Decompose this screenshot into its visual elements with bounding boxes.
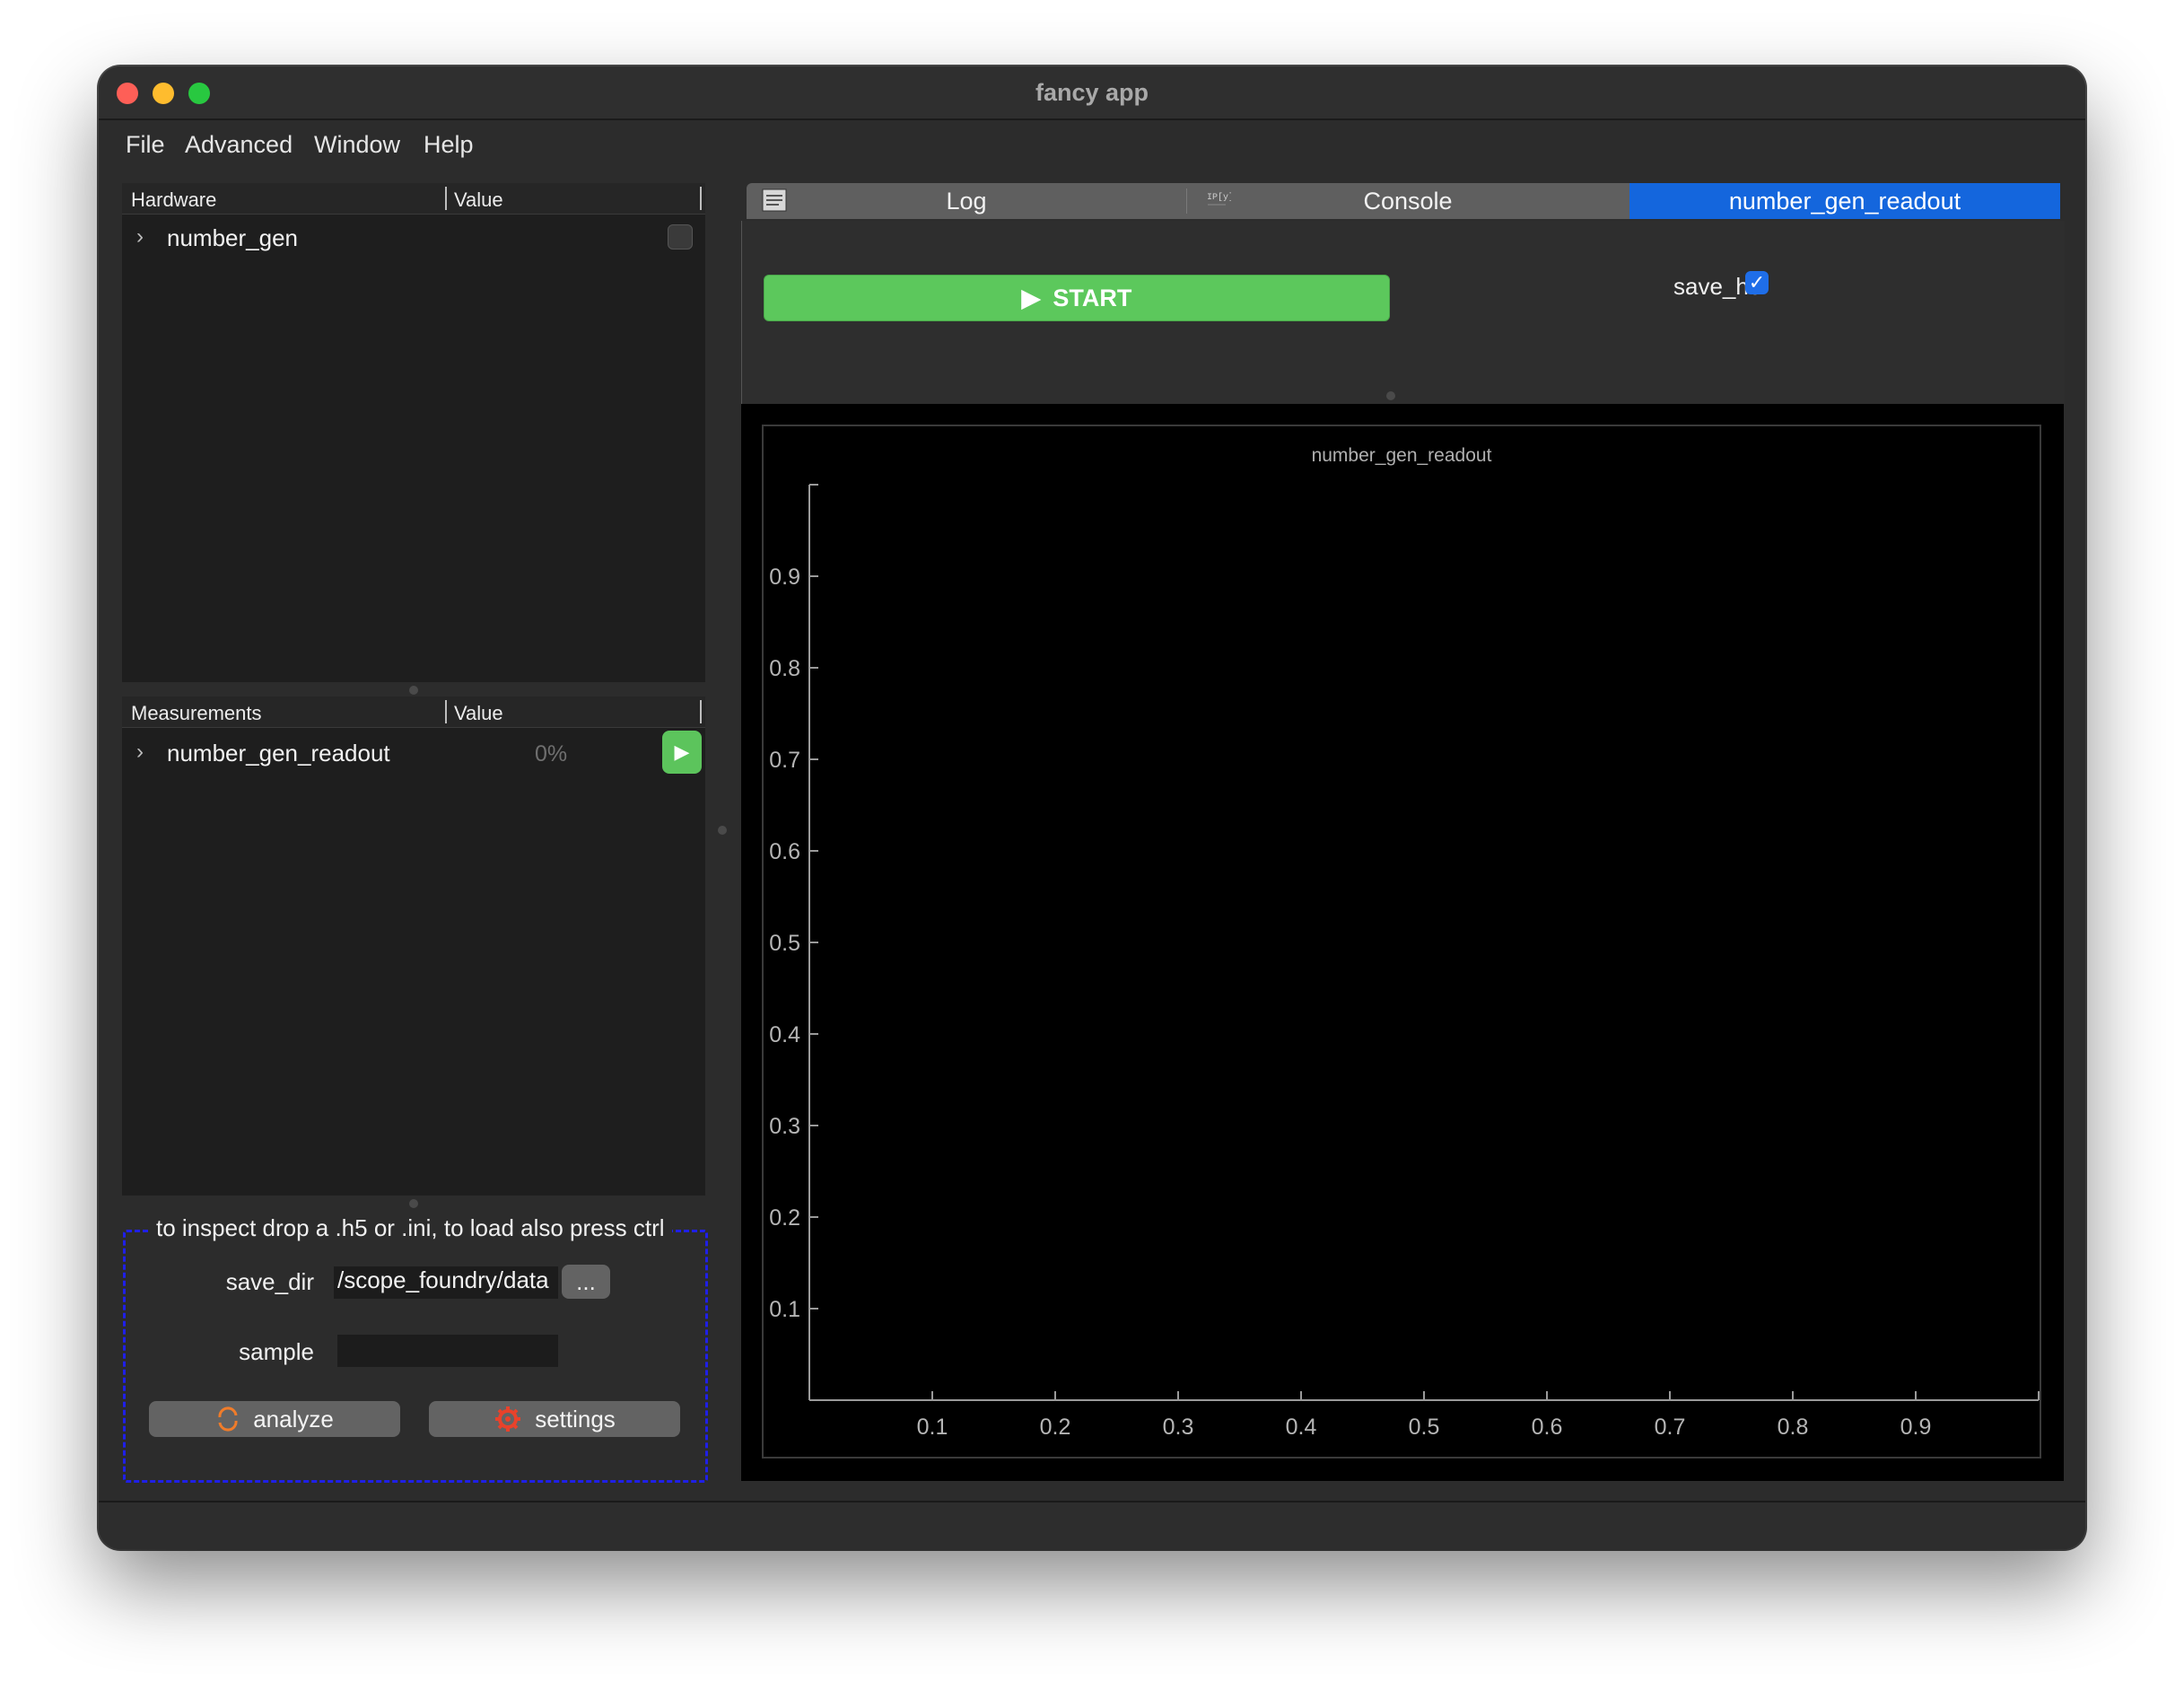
y-tick-label: 0.3 (769, 1114, 800, 1139)
tab-console[interactable]: IP[y] Console (1186, 183, 1629, 219)
save-dir-value: /scope_foundry/data (337, 1266, 549, 1293)
hardware-tree-header: Hardware Value (122, 183, 705, 215)
tab-log-label: Log (946, 187, 987, 215)
status-bar (99, 1501, 2085, 1549)
splitter-handle[interactable] (409, 686, 418, 695)
plot-axes: 0.1 0.2 0.3 0.4 0.5 0.6 0.7 0.8 0.9 0.1 0.2 0.3 0.4 0… (769, 484, 2040, 1440)
tab-bar: Log IP[y] Console number_gen_readout (747, 183, 2060, 219)
hardware-tree: Hardware Value › number_gen (122, 183, 705, 682)
save-dir-field[interactable]: /scope_foundry/data (334, 1266, 558, 1299)
drop-zone[interactable]: to inspect drop a .h5 or .ini, to load a… (123, 1214, 708, 1483)
plot-title: number_gen_readout (1312, 445, 1492, 466)
x-tick-label: 0.8 (1778, 1415, 1809, 1440)
measurement-progress: 0% (535, 741, 568, 767)
column-divider[interactable] (700, 187, 702, 210)
x-tick-label: 0.1 (917, 1415, 948, 1440)
run-measurement-button[interactable]: ▶ (662, 731, 702, 774)
analyze-label: analyze (253, 1405, 334, 1432)
analyze-button[interactable]: analyze (149, 1401, 400, 1437)
x-tick-label: 0.2 (1040, 1415, 1071, 1440)
menu-window[interactable]: Window (314, 131, 400, 159)
tab-number-gen-readout[interactable]: number_gen_readout (1629, 183, 2060, 219)
y-tick-label: 0.7 (769, 748, 800, 773)
menu-bar: File Advanced Window Help (99, 120, 2085, 162)
measurements-tree: Measurements Value › number_gen_readout … (122, 696, 705, 1196)
tab-console-label: Console (1363, 187, 1453, 215)
play-icon: ▶ (674, 740, 690, 763)
ipython-icon: IP[y] (1207, 192, 1231, 206)
menu-file[interactable]: File (126, 131, 165, 159)
chevron-right-icon[interactable]: › (136, 224, 144, 250)
menu-advanced[interactable]: Advanced (185, 131, 293, 159)
hardware-item-label: number_gen (167, 224, 298, 251)
settings-button[interactable]: settings (429, 1401, 680, 1437)
browse-button[interactable]: ... (562, 1265, 610, 1299)
measurements-column-header[interactable]: Measurements (131, 702, 262, 725)
browse-label: ... (576, 1267, 596, 1295)
tree-row-number-gen[interactable]: › number_gen (122, 215, 705, 258)
splitter-handle[interactable] (409, 1199, 418, 1208)
settings-label: settings (535, 1405, 616, 1432)
splitter-handle[interactable] (1386, 391, 1395, 400)
start-label: START (1053, 284, 1132, 311)
window-title: fancy app (1035, 79, 1149, 106)
plot-area[interactable]: number_gen_readout 0.1 0.2 0.3 0.4 0.5 0.6 0.7… (741, 404, 2064, 1481)
column-divider[interactable] (445, 700, 447, 723)
gear-icon (495, 1406, 521, 1432)
plot-frame (762, 425, 2041, 1459)
tab-number-gen-readout-label: number_gen_readout (1728, 187, 1961, 215)
value-column-header[interactable]: Value (454, 702, 503, 725)
x-tick-label: 0.5 (1409, 1415, 1440, 1440)
save-h5-checkbox[interactable]: ✓ (1745, 271, 1769, 294)
column-divider[interactable] (445, 187, 447, 210)
checkmark-icon: ✓ (1748, 271, 1766, 293)
measurement-item-label: number_gen_readout (167, 740, 390, 767)
measurements-tree-header: Measurements Value (122, 696, 705, 728)
tree-row-number-gen-readout[interactable]: › number_gen_readout 0% ▶ (122, 731, 705, 774)
play-icon: ▶ (1021, 284, 1041, 311)
x-tick-label: 0.3 (1163, 1415, 1194, 1440)
measurement-controls: ▶ START save_h5 ✓ (741, 221, 2065, 404)
save-dir-label: save_dir (225, 1268, 314, 1295)
menu-help[interactable]: Help (424, 131, 474, 159)
x-tick-label: 0.9 (1900, 1415, 1932, 1440)
chevron-right-icon[interactable]: › (136, 740, 144, 765)
y-tick-label: 0.4 (769, 1022, 800, 1047)
y-tick-label: 0.6 (769, 839, 800, 864)
sample-label: sample (239, 1338, 314, 1365)
app-window: fancy app File Advanced Window Help Hard… (99, 66, 2085, 1549)
hardware-connect-checkbox[interactable] (668, 224, 693, 250)
plot[interactable]: number_gen_readout 0.1 0.2 0.3 0.4 0.5 0.6 0.7… (741, 404, 2064, 1481)
splitter-handle[interactable] (718, 826, 727, 835)
svg-text:IP[y]: IP[y] (1207, 192, 1231, 203)
tab-log[interactable]: Log (747, 183, 1186, 219)
refresh-icon (218, 1406, 238, 1432)
x-tick-label: 0.6 (1532, 1415, 1563, 1440)
y-tick-label: 0.8 (769, 656, 800, 681)
column-divider[interactable] (700, 700, 702, 723)
y-tick-label: 0.5 (769, 931, 800, 956)
sample-field[interactable] (337, 1335, 558, 1367)
x-tick-label: 0.7 (1655, 1415, 1686, 1440)
y-tick-label: 0.9 (769, 565, 800, 590)
hardware-column-header[interactable]: Hardware (131, 188, 216, 212)
x-tick-label: 0.4 (1286, 1415, 1317, 1440)
log-icon (762, 188, 787, 212)
y-tick-label: 0.2 (769, 1205, 800, 1231)
drop-zone-hint: to inspect drop a .h5 or .ini, to load a… (149, 1214, 672, 1242)
start-button[interactable]: ▶ START (764, 275, 1390, 321)
value-column-header[interactable]: Value (454, 188, 503, 212)
y-tick-label: 0.1 (769, 1297, 800, 1322)
title-bar: fancy app (99, 66, 2085, 120)
